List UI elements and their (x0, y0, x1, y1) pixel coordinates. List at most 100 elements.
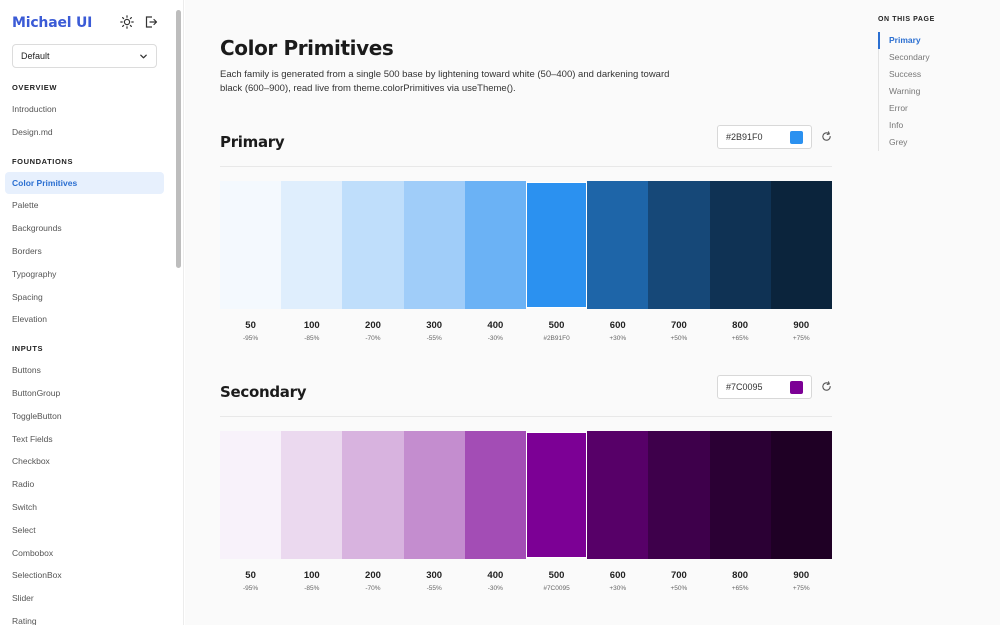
sidebar-item-spacing[interactable]: Spacing (0, 286, 172, 309)
toc-item-secondary[interactable]: Secondary (879, 49, 930, 66)
nav-section-foundations: FOUNDATIONS (12, 156, 74, 166)
toc-item-success[interactable]: Success (879, 66, 930, 83)
swatch-800[interactable] (709, 431, 771, 559)
toc-item-warning[interactable]: Warning (879, 83, 930, 100)
family-title: Primary (220, 133, 285, 151)
sidebar-item-buttongroup[interactable]: ButtonGroup (0, 382, 172, 405)
swatch-600[interactable] (587, 181, 649, 309)
swatch-900[interactable] (770, 431, 832, 559)
hex-value: #2B91F0 (726, 132, 763, 142)
shade-note: +65% (731, 585, 749, 592)
sidebar-scrollbar[interactable] (176, 10, 181, 268)
swatch-label-50: 50 -95% (220, 320, 281, 342)
shade-note: #2B91F0 (543, 335, 570, 342)
hex-swatch[interactable] (790, 131, 803, 144)
shade-number: 800 (732, 570, 749, 581)
swatch-100[interactable] (281, 431, 343, 559)
sidebar-item-combobox[interactable]: Combobox (0, 542, 172, 565)
toc-item-error[interactable]: Error (879, 100, 930, 117)
reset-icon[interactable] (821, 131, 832, 142)
shade-number: 200 (365, 320, 381, 331)
shade-note: -55% (426, 585, 442, 592)
swatch-500[interactable] (525, 182, 588, 308)
sidebar-item-text-fields[interactable]: Text Fields (0, 428, 172, 451)
swatch-label-500: 500 #7C0095 (526, 570, 587, 592)
shade-number: 700 (670, 320, 687, 331)
sidebar-item-switch[interactable]: Switch (0, 496, 172, 519)
swatch-700[interactable] (648, 181, 710, 309)
swatch-label-600: 600 +30% (587, 570, 648, 592)
theme-select[interactable]: Default (12, 44, 157, 68)
swatch-300[interactable] (403, 431, 465, 559)
page-title: Color Primitives (220, 36, 394, 60)
shade-number: 100 (303, 320, 320, 331)
shade-note: -70% (365, 585, 381, 592)
swatch-500[interactable] (525, 432, 588, 558)
sidebar-item-radio[interactable]: Radio (0, 473, 172, 496)
swatch-label-300: 300 -55% (404, 570, 465, 592)
swatch-600[interactable] (587, 431, 649, 559)
swatch-800[interactable] (709, 181, 771, 309)
shade-note: -30% (487, 585, 503, 592)
swatch-label-800: 800 +65% (710, 570, 771, 592)
shade-note: +75% (792, 335, 810, 342)
shade-note: -55% (426, 335, 442, 342)
sidebar-item-typography[interactable]: Typography (0, 263, 172, 286)
nav-section-overview: OVERVIEW (12, 83, 58, 92)
swatch-100[interactable] (281, 181, 343, 309)
toc-item-primary[interactable]: Primary (878, 32, 930, 49)
swatch-400[interactable] (464, 431, 526, 559)
swatch-50[interactable] (220, 181, 282, 309)
hex-input[interactable]: #7C0095 (717, 375, 812, 399)
sun-icon[interactable] (120, 15, 134, 29)
shade-note: +50% (670, 585, 688, 592)
shade-number: 900 (793, 570, 810, 581)
sidebar-item-rating[interactable]: Rating (0, 610, 172, 625)
swatch-label-100: 100 -85% (281, 320, 342, 342)
sidebar-item-backgrounds[interactable]: Backgrounds (0, 217, 172, 240)
swatch-200[interactable] (342, 181, 404, 309)
sidebar-item-checkbox[interactable]: Checkbox (0, 450, 172, 473)
shade-note: +30% (609, 585, 627, 592)
sidebar-item-color-primitives[interactable]: Color Primitives (5, 171, 164, 195)
logout-icon[interactable] (144, 15, 158, 29)
sidebar-item-slider[interactable]: Slider (0, 587, 172, 610)
nav-section-inputs: INPUTS (12, 344, 44, 354)
swatch-row (220, 181, 832, 309)
sidebar-item-design-md[interactable]: Design.md (0, 121, 172, 144)
sidebar-item-introduction[interactable]: Introduction (0, 98, 172, 121)
shade-note: -70% (365, 335, 381, 342)
shade-note: -85% (304, 585, 320, 592)
sidebar-item-borders[interactable]: Borders (0, 240, 172, 263)
hex-swatch[interactable] (790, 381, 803, 394)
swatch-label-400: 400 -30% (465, 570, 526, 592)
swatch-900[interactable] (770, 181, 832, 309)
shade-number: 100 (303, 570, 320, 581)
brand-logo[interactable]: Michael UI (12, 15, 92, 31)
swatch-400[interactable] (464, 181, 526, 309)
swatch-200[interactable] (342, 431, 404, 559)
swatch-label-700: 700 +50% (648, 570, 709, 592)
shade-number: 600 (609, 320, 626, 331)
swatch-label-200: 200 -70% (342, 570, 403, 592)
sidebar-item-elevation[interactable]: Elevation (0, 308, 172, 331)
sidebar-item-togglebutton[interactable]: ToggleButton (0, 405, 172, 428)
swatch-300[interactable] (403, 181, 465, 309)
sidebar-item-selectionbox[interactable]: SelectionBox (0, 564, 172, 587)
family-header: Secondary #7C0095 (220, 375, 832, 417)
toc-item-info[interactable]: Info (879, 117, 930, 134)
swatch-50[interactable] (220, 431, 282, 559)
brand-actions (120, 15, 158, 29)
hex-input[interactable]: #2B91F0 (717, 125, 812, 149)
toc-item-grey[interactable]: Grey (879, 134, 930, 151)
sidebar-item-buttons[interactable]: Buttons (0, 359, 172, 382)
reset-icon[interactable] (821, 381, 832, 392)
shade-number: 600 (609, 570, 626, 581)
swatch-labels: 50 -95% 100 -85% 200 -70% 300 -55% 400 -30% 500 #7C… (220, 570, 832, 592)
swatch-labels: 50 -95% 100 -85% 200 -70% 300 -55% 400 -30% 500 #2B… (220, 320, 832, 342)
sidebar-item-palette[interactable]: Palette (0, 194, 172, 217)
swatch-700[interactable] (648, 431, 710, 559)
sidebar: Michael UI Default OVERVIEW Introduction D… (0, 0, 184, 625)
sidebar-item-select[interactable]: Select (0, 519, 172, 542)
shade-note: -30% (487, 335, 503, 342)
